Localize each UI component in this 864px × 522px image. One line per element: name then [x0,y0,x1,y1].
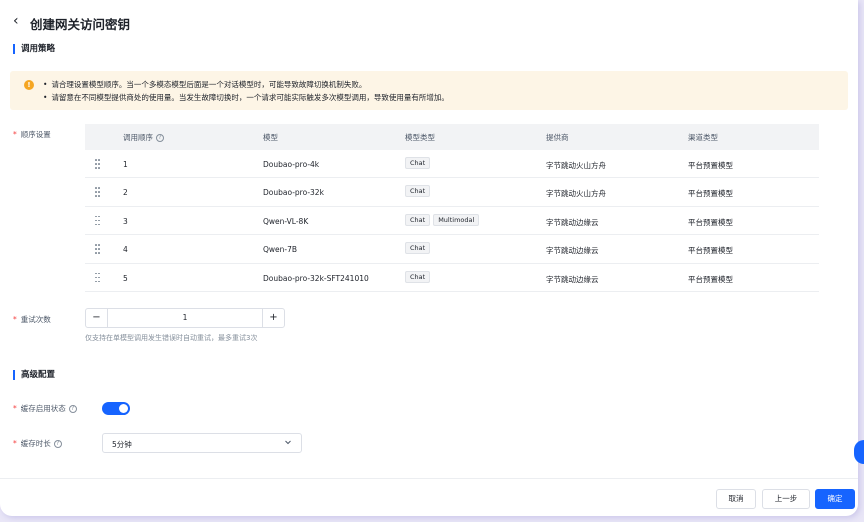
cell-order: 3 [123,216,128,226]
cache-status-label: * 缓存启用状态? [13,403,77,414]
cell-provider: 字节跳动边缘云 [546,217,599,227]
order-label: * 顺序设置 [13,130,51,139]
page-header: ‹ 创建网关访问密钥 [0,0,858,44]
cell-model: Qwen-VL-8K [263,216,309,226]
cell-provider: 字节跳动边缘云 [546,274,599,284]
table-row: 3 Qwen-VL-8K 字节跳动边缘云 平台预置模型 Chat Multimodal [85,207,819,236]
column-header-provider: 提供商 [546,133,569,142]
drag-handle-icon[interactable] [95,215,101,226]
table-header: 调用顺序? 模型 模型类型 提供商 渠道类型 [85,124,819,150]
model-type-tag: Chat [405,270,431,283]
help-icon[interactable]: ? [156,134,164,142]
cancel-button[interactable]: 取消 [716,489,756,509]
model-type-tag: Chat [405,242,431,255]
section-title-policy: 调用策略 [13,44,55,54]
cell-model-type: Chat [405,157,433,169]
drag-handle-icon[interactable] [95,159,101,169]
table-row: 1 Doubao-pro-4k 字节跳动火山方舟 平台预置模型 Chat [85,150,819,179]
column-header-model: 模型 [263,133,278,142]
cell-order: 2 [123,188,128,198]
help-icon[interactable]: ? [68,405,77,413]
side-assistant-tab[interactable] [854,440,864,464]
section-title-advanced: 高级配置 [13,370,55,380]
required-mark: * [13,404,17,413]
cell-order: 4 [123,245,128,255]
back-chevron-icon[interactable]: ‹ [13,13,27,29]
column-header-channel: 渠道类型 [688,133,718,142]
dialog-window: ‹ 创建网关访问密钥 调用策略 ! 请合理设置模型顺序。当一个多模态模型后面是一… [0,0,858,516]
cell-model: Doubao-pro-4k [263,160,320,169]
warning-alert: ! 请合理设置模型顺序。当一个多模态模型后面是一个对话模型时，可能导致故障切换机… [10,71,848,110]
cell-channel: 平台预置模型 [688,274,733,284]
alert-line-1: 请合理设置模型顺序。当一个多模态模型后面是一个对话模型时，可能导致故障切换机制失… [43,79,366,90]
cache-toggle[interactable] [102,402,130,415]
drag-handle-icon[interactable] [95,244,101,254]
decrement-button[interactable]: − [86,309,108,327]
cell-provider: 字节跳动边缘云 [546,246,599,256]
model-type-tag: Multimodal [433,213,480,226]
model-type-tag: Chat [405,185,431,198]
table-row: 2 Doubao-pro-32k 字节跳动火山方舟 平台预置模型 Chat [85,178,819,207]
cell-channel: 平台预置模型 [688,217,733,227]
model-order-table: 调用顺序? 模型 模型类型 提供商 渠道类型 1 Doubao-pro-4k 字节跳… [85,124,819,292]
retry-value[interactable]: 1 [108,309,262,327]
required-mark: * [13,130,17,139]
retry-hint: 仅支持在单模型调用发生错误时自动重试，最多重试3次 [85,334,258,342]
cell-provider: 字节跳动火山方舟 [546,161,606,170]
retry-stepper: − 1 + [85,308,285,328]
toggle-knob [119,404,128,413]
model-type-tag: Chat [405,213,431,226]
column-header-type: 模型类型 [405,133,435,142]
confirm-button[interactable]: 确定 [815,489,855,509]
drag-handle-icon[interactable] [95,187,101,197]
cell-model: Doubao-pro-32k-SFT241010 [263,273,369,283]
cell-channel: 平台预置模型 [688,246,733,256]
table-row: 5 Doubao-pro-32k-SFT241010 字节跳动边缘云 平台预置模型 Ch… [85,264,819,292]
previous-button[interactable]: 上一步 [762,489,810,509]
table-row: 4 Qwen-7B 字节跳动边缘云 平台预置模型 Chat [85,235,819,264]
cell-provider: 字节跳动火山方舟 [546,189,606,199]
increment-button[interactable]: + [262,309,284,327]
cell-model-type: Chat [405,242,433,255]
alert-line-2: 请留意在不同模型提供商处的使用量。当发生故障切换时，一个请求可能实际触发多次模型… [43,92,449,103]
page-title: 创建网关访问密钥 [30,17,131,32]
cache-duration-select[interactable]: 5分钟 [102,433,302,453]
column-header-order: 调用顺序? [123,132,164,143]
cell-order: 1 [123,160,128,169]
select-value: 5分钟 [112,440,132,449]
drag-handle-icon[interactable] [95,272,101,283]
footer-bar: 取消 上一步 确定 [0,478,858,516]
cell-model: Doubao-pro-32k [263,188,324,198]
cell-model-type: Chat Multimodal [405,213,482,226]
required-mark: * [13,439,17,448]
chevron-down-icon [285,440,291,445]
cache-duration-label: * 缓存时长? [13,438,62,449]
cell-order: 5 [123,273,128,283]
required-mark: * [13,315,17,324]
model-type-tag: Chat [405,157,431,169]
cell-model-type: Chat [405,270,433,283]
cell-model: Qwen-7B [263,245,298,255]
table-body: 1 Doubao-pro-4k 字节跳动火山方舟 平台预置模型 Chat 2 Doubao-… [85,150,819,292]
warning-icon: ! [24,80,34,90]
cell-model-type: Chat [405,185,433,198]
retry-label: * 重试次数 [13,315,51,324]
cell-channel: 平台预置模型 [688,189,733,199]
help-icon[interactable]: ? [53,440,62,448]
cell-channel: 平台预置模型 [688,161,733,170]
